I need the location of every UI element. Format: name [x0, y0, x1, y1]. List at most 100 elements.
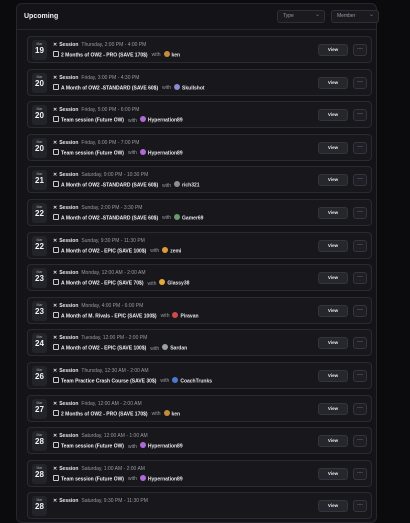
- with-label: with: [162, 215, 172, 222]
- session-type: Session: [59, 74, 79, 81]
- session-details: A Month of OW2 - EPIC (SAVE 70$) with Glas…: [53, 279, 189, 287]
- crossed-swords-icon: ✕: [53, 498, 58, 505]
- more-options-button[interactable]: ···: [353, 370, 367, 382]
- session-card: Mar 26 ✕ Session Thursday, 12:30 AM - 2:00 A…: [27, 362, 372, 389]
- session-card: Mar 24 ✕ Session Tuesday, 12:00 PM - 2:00 PM…: [27, 329, 372, 357]
- offer-name: A Month of OW2 - EPIC (SAVE 70$): [61, 280, 144, 287]
- member-name[interactable]: Hypernation89: [148, 444, 183, 450]
- member-name[interactable]: zemi: [170, 248, 181, 254]
- crossed-swords-icon: ✕: [53, 433, 58, 440]
- with-label: with: [160, 313, 170, 320]
- view-button[interactable]: View: [318, 272, 348, 285]
- type-filter-select[interactable]: Type ⌄: [277, 10, 325, 23]
- session-time: Saturday, 9:00 PM - 10:30 PM: [81, 172, 149, 179]
- session-type: Session: [59, 400, 79, 407]
- offer-name: 2 Months of OW2 - PRO (SAVE 170$): [61, 410, 148, 417]
- date-badge: Mar 28: [32, 431, 47, 452]
- avatar: [162, 246, 169, 253]
- more-options-button[interactable]: ···: [353, 337, 367, 350]
- more-options-button[interactable]: ···: [353, 76, 367, 89]
- with-label: with: [162, 84, 172, 91]
- crossed-swords-icon: ✕: [53, 74, 58, 81]
- session-meta: ✕ Session Monday, 4:00 PM - 6:00 PM: [53, 303, 143, 309]
- view-button[interactable]: View: [318, 304, 348, 317]
- member-name[interactable]: ken: [172, 411, 181, 417]
- more-options-button[interactable]: ···: [353, 435, 367, 448]
- date-day: 26: [35, 372, 44, 381]
- session-time: Friday, 6:00 PM - 7:00 PM: [81, 139, 140, 146]
- view-button[interactable]: View: [318, 207, 348, 219]
- member-name[interactable]: rich321: [182, 183, 200, 189]
- view-button[interactable]: View: [318, 44, 348, 56]
- more-options-button[interactable]: ···: [353, 239, 367, 252]
- member-name[interactable]: Hypernation89: [148, 118, 183, 124]
- member-name[interactable]: Sardan: [170, 346, 187, 352]
- member-name[interactable]: CoachTrunks: [180, 378, 212, 384]
- more-options-button[interactable]: ···: [353, 207, 367, 219]
- member-name[interactable]: Gamer69: [182, 215, 203, 221]
- offer-name: Team session (Future OW): [61, 443, 124, 450]
- more-options-button[interactable]: ···: [353, 174, 367, 187]
- more-options-button[interactable]: ···: [353, 109, 367, 122]
- avatar: [159, 279, 166, 286]
- view-button[interactable]: View: [318, 435, 348, 448]
- date-day: 24: [35, 339, 44, 349]
- view-button[interactable]: View: [318, 109, 348, 122]
- session-time: Saturday, 9:30 PM - 11:30 PM: [81, 498, 148, 505]
- date-badge: Mar 21: [32, 170, 47, 191]
- session-meta: ✕ Session Friday, 3:00 PM - 4:30 PM: [53, 75, 139, 81]
- member-name[interactable]: Hypernation89: [148, 476, 183, 482]
- session-meta: ✕ Session Saturday, 12:00 AM - 1:00 AM: [53, 433, 148, 439]
- more-options-button[interactable]: ···: [353, 402, 367, 415]
- view-button[interactable]: View: [318, 76, 348, 89]
- offer-name: 2 Months of OW2 - PRO (SAVE 170$): [61, 52, 148, 59]
- more-options-button[interactable]: ···: [353, 304, 367, 317]
- date-day: 20: [35, 143, 44, 153]
- view-button[interactable]: View: [318, 174, 348, 187]
- more-options-button[interactable]: ···: [353, 141, 367, 154]
- view-button[interactable]: View: [318, 402, 348, 415]
- session-card: Mar 28 ✕ Session Saturday, 12:00 AM - 1:00 A…: [27, 427, 372, 455]
- chevron-down-icon: ⌄: [368, 12, 374, 18]
- session-details: A Month of M. Rivals - EPIC (SAVE 100$) w…: [53, 311, 199, 320]
- session-card: Mar 22 ✕ Session Sunday, 9:30 PM - 11:30 PM A…: [27, 231, 372, 259]
- session-card: Mar 23 ✕ Session Monday, 4:00 PM - 6:00 PM A …: [27, 296, 372, 324]
- more-options-button[interactable]: ···: [353, 44, 367, 56]
- more-options-button[interactable]: ···: [353, 467, 367, 480]
- view-button[interactable]: View: [318, 370, 348, 382]
- session-meta: ✕ Session Friday, 6:00 PM - 7:00 PM: [53, 140, 139, 146]
- member-name[interactable]: Glassy38: [167, 281, 189, 287]
- session-time: Monday, 12:00 AM - 2:00 AM: [81, 270, 146, 277]
- offer-name: Team session (Future OW): [61, 117, 124, 124]
- member-name[interactable]: ken: [172, 52, 181, 58]
- view-button[interactable]: View: [318, 337, 348, 350]
- session-card: Mar 20 ✕ Session Friday, 6:00 PM - 7:00 PM Te…: [27, 133, 372, 161]
- upcoming-panel: Upcoming Type ⌄ Member ⌄ Mar 19 ✕ Session Th…: [16, 3, 379, 523]
- session-details: Team session (Future OW) with Hypernation8…: [53, 148, 183, 156]
- member-name[interactable]: Piravan: [180, 313, 198, 319]
- session-type: Session: [59, 433, 79, 440]
- date-day: 27: [35, 404, 44, 414]
- panel-header: Upcoming Type ⌄ Member ⌄: [24, 10, 379, 28]
- offer-name: A Month of OW2 -STANDARD (SAVE 60$): [61, 182, 159, 189]
- date-day: 22: [35, 241, 44, 251]
- view-button[interactable]: View: [318, 500, 348, 513]
- more-options-button[interactable]: ···: [353, 272, 367, 285]
- view-button[interactable]: View: [318, 467, 348, 480]
- session-card: Mar 23 ✕ Session Monday, 12:00 AM - 2:00 AM A…: [27, 264, 372, 292]
- view-button[interactable]: View: [318, 239, 348, 252]
- session-type: Session: [59, 139, 79, 146]
- session-card: Mar 20 ✕ Session Friday, 3:00 PM - 4:30 PM A …: [27, 68, 372, 96]
- member-name[interactable]: Hypernation89: [148, 150, 183, 156]
- date-badge: Mar 23: [32, 300, 47, 321]
- session-time: Thursday, 2:00 PM - 4:00 PM: [81, 42, 147, 48]
- crossed-swords-icon: ✕: [53, 465, 58, 472]
- member-filter-select[interactable]: Member ⌄: [331, 10, 379, 23]
- more-options-button[interactable]: ···: [353, 500, 367, 513]
- view-button[interactable]: View: [318, 141, 348, 154]
- session-time: Sunday, 2:00 PM - 3:30 PM: [81, 205, 143, 211]
- session-card: Mar 21 ✕ Session Saturday, 9:00 PM - 10:30 P…: [27, 166, 372, 194]
- session-details: A Month of OW2 - EPIC (SAVE 100$) with zem…: [53, 246, 181, 254]
- member-name[interactable]: Skullshot: [182, 85, 205, 91]
- offer-name: A Month of OW2 -STANDARD (SAVE 60$): [61, 84, 159, 91]
